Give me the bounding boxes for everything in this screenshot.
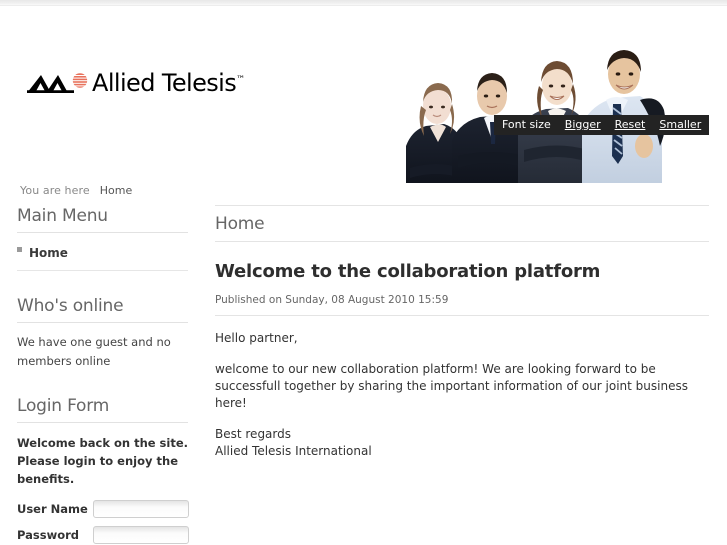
module-whos-online: Who's online We have one guest and no me…	[17, 295, 206, 371]
font-size-bar: Font size Bigger Reset Smaller	[494, 115, 710, 135]
font-size-reset-link[interactable]: Reset	[615, 115, 646, 135]
font-size-label: Font size	[502, 118, 551, 131]
site-header: Allied Telesis™ Font size Bigger Reset S…	[0, 6, 727, 183]
module-login-form: Login Form Welcome back on the site. Ple…	[17, 395, 206, 545]
module-title-login-form: Login Form	[17, 395, 188, 423]
article-published-date: Published on Sunday, 08 August 2010 15:5…	[215, 294, 709, 316]
username-label: User Name	[17, 502, 88, 516]
login-row-password: Password	[17, 526, 206, 544]
logo-wordmark: Allied Telesis™	[92, 71, 245, 95]
sidebar-item-home[interactable]: Home	[17, 233, 188, 271]
article-signature: Best regards Allied Telesis Internationa…	[215, 426, 709, 460]
login-fields: User Name Password Remember Me Log in	[17, 500, 206, 545]
font-size-smaller-link[interactable]: Smaller	[659, 115, 701, 135]
sidebar: Main Menu Home Who's online We have one …	[0, 205, 206, 545]
breadcrumb-item-home[interactable]: Home	[100, 184, 132, 197]
allied-telesis-logo[interactable]: Allied Telesis™	[27, 66, 245, 100]
username-input[interactable]	[93, 500, 189, 518]
logo-mark-icon	[27, 72, 89, 94]
article-paragraph-intro: welcome to our new collaboration platfor…	[215, 362, 688, 410]
module-title-main-menu: Main Menu	[17, 205, 188, 233]
signature-line-1: Best regards	[215, 427, 292, 441]
logo-word-text: Allied Telesis	[92, 69, 237, 97]
page-title: Home	[215, 206, 709, 242]
breadcrumb-label: You are here	[20, 184, 90, 197]
header-team-photo	[400, 28, 668, 183]
page-root: Allied Telesis™ Font size Bigger Reset S…	[0, 0, 727, 545]
module-title-whos-online: Who's online	[17, 295, 188, 323]
article-body: Hello partner, welcome to our new collab…	[215, 330, 709, 460]
whos-online-text: We have one guest and no members online	[17, 335, 171, 368]
login-row-username: User Name	[17, 500, 206, 518]
login-intro-text: Welcome back on the site. Please login t…	[17, 436, 189, 486]
password-label: Password	[17, 528, 79, 542]
breadcrumb: You are here Home	[20, 184, 132, 197]
main-content: Home Welcome to the collaboration platfo…	[215, 205, 709, 474]
logo-tm-mark: ™	[236, 75, 246, 85]
article-paragraph-greeting: Hello partner,	[215, 331, 298, 345]
module-main-menu: Main Menu Home	[17, 205, 206, 271]
main-menu-list: Home	[17, 233, 206, 271]
bullet-square-icon	[17, 247, 22, 252]
password-input[interactable]	[93, 526, 189, 544]
sidebar-item-home-label[interactable]: Home	[29, 246, 68, 260]
font-size-bigger-link[interactable]: Bigger	[565, 115, 601, 135]
signature-line-2: Allied Telesis International	[215, 444, 372, 458]
article-title: Welcome to the collaboration platform	[215, 261, 601, 282]
